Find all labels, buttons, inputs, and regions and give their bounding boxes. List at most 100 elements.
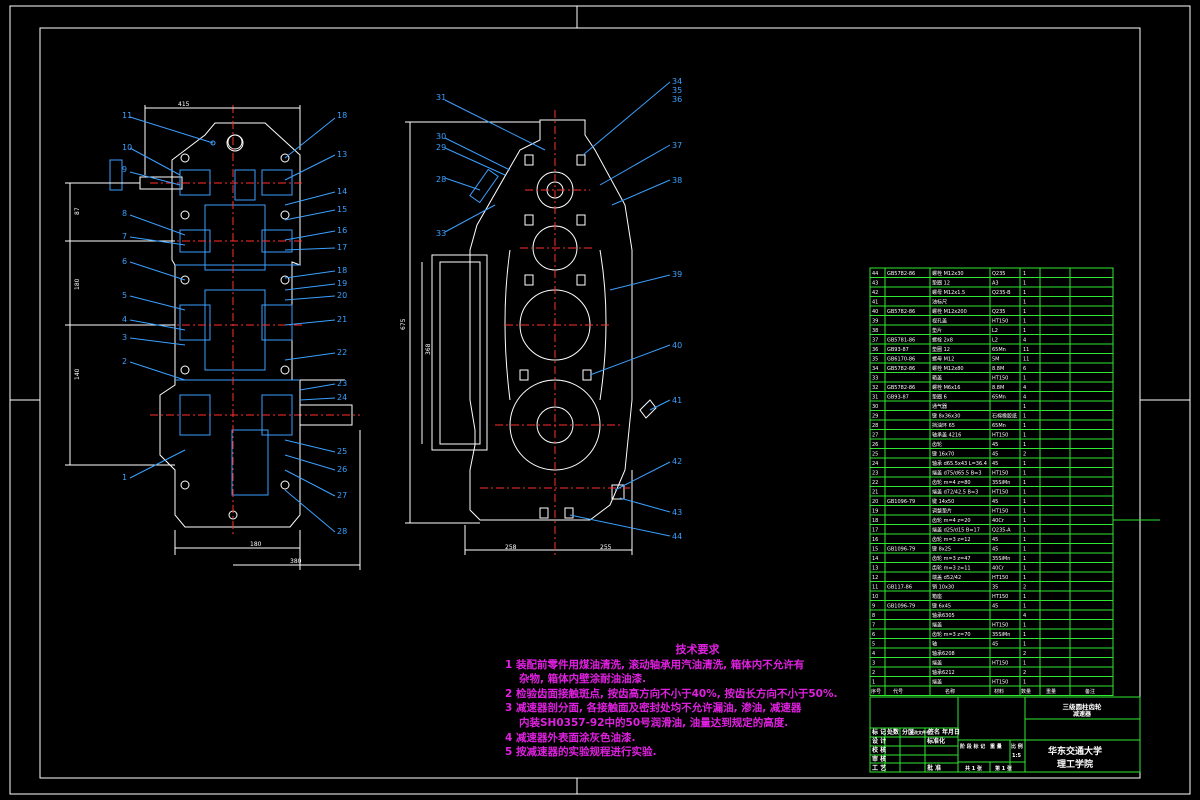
- dimension-lines: [65, 105, 361, 570]
- label-2: 2: [122, 357, 127, 366]
- table-cell: GB5782-86: [887, 271, 915, 277]
- table-cell: HT150: [992, 623, 1008, 629]
- label-16: 16: [337, 226, 347, 235]
- svg-text:380: 380: [290, 558, 302, 565]
- table-cell: 30: [872, 404, 878, 410]
- table-cell: 4: [872, 651, 875, 657]
- table-cell: 31: [872, 395, 878, 401]
- part-name: 挡油环 65: [932, 422, 955, 429]
- table-cell: 1: [1023, 480, 1026, 486]
- label-42: 42: [672, 457, 682, 466]
- table-cell: 43: [872, 281, 878, 287]
- technical-requirements: 技术要求 1 装配前零件用煤油清洗, 滚动轴承用汽油清洗, 箱体内不允许有 杂物…: [505, 643, 850, 760]
- part-name: 齿轮 m=3 z=11: [932, 565, 971, 572]
- casing-outline: [469, 119, 633, 521]
- table-cell: 1: [1023, 661, 1026, 667]
- table-cell: 2: [1023, 585, 1026, 591]
- table-header-cell: 序号: [871, 688, 881, 695]
- label-36: 36: [672, 95, 682, 104]
- table-cell: GB5782-86: [887, 366, 915, 372]
- table-cell: 11: [1023, 347, 1029, 353]
- table-cell: 22: [872, 480, 878, 486]
- tech-line-1b: 杂物, 箱体内壁涂耐油油漆.: [519, 673, 647, 686]
- table-cell: 1: [1023, 376, 1026, 382]
- table-cell: GB6170-86: [887, 357, 915, 363]
- table-cell: 24: [872, 461, 878, 467]
- part-name: 螺母 M12: [932, 356, 954, 363]
- label-1: 1: [122, 473, 127, 482]
- table-cell: 11: [1023, 357, 1029, 363]
- svg-text:处数: 处数: [886, 728, 900, 736]
- svg-text:工 艺: 工 艺: [872, 764, 886, 772]
- gear-train: [175, 169, 300, 496]
- part-name: 端盖: [932, 679, 942, 686]
- tech-line-3b: 内装SH0357-92中的50号润滑油, 油量达到规定的高度.: [519, 716, 789, 729]
- table-header-cell: 数量: [1021, 688, 1031, 695]
- table-cell: 1: [1023, 604, 1026, 610]
- table-cell: 45: [992, 442, 998, 448]
- table-cell: 1: [1023, 518, 1026, 524]
- svg-text:87: 87: [74, 207, 81, 215]
- svg-text:258: 258: [505, 544, 517, 551]
- label-r18a: 18: [337, 111, 347, 120]
- part-name: 键 8x36x30: [932, 413, 960, 420]
- table-cell: HT150: [992, 471, 1008, 477]
- part-name: 螺栓 M12x200: [932, 308, 967, 315]
- svg-text:第 1 张: 第 1 张: [995, 765, 1013, 772]
- part-name: 螺栓 2x8: [932, 337, 953, 344]
- label-14: 14: [337, 187, 347, 196]
- part-name: 键 16x70: [932, 451, 954, 458]
- table-cell: 1: [1023, 575, 1026, 581]
- college-name: 理工学院: [1057, 758, 1093, 770]
- part-name: 齿轮 m=4 z=80: [932, 479, 971, 486]
- table-cell: 13: [872, 566, 878, 572]
- table-cell: 2: [1023, 651, 1026, 657]
- table-cell: 45: [992, 461, 998, 467]
- table-cell: 1: [1023, 328, 1026, 334]
- part-name: 齿轮: [932, 441, 942, 448]
- table-cell: 27: [872, 433, 878, 439]
- tech-line-3: 3 减速器剖分面, 各接触面及密封处均不允许漏油, 渗油, 减速器: [505, 702, 802, 715]
- table-cell: L2: [992, 328, 998, 334]
- tech-line-5: 5 按减速器的实验规程进行实验.: [505, 746, 657, 759]
- label-11: 11: [122, 111, 132, 120]
- svg-text:368: 368: [425, 343, 432, 355]
- table-cell: 35SiMn: [992, 480, 1010, 486]
- table-cell: 2: [1023, 452, 1026, 458]
- label-19: 19: [337, 279, 347, 288]
- table-cell: 19: [872, 509, 878, 515]
- table-cell: 45: [992, 499, 998, 505]
- table-cell: 21: [872, 490, 878, 496]
- table-cell: 37: [872, 338, 878, 344]
- table-cell: 4: [1023, 395, 1026, 401]
- part-name: 螺栓 M12x80: [932, 365, 964, 372]
- table-cell: GB93-87: [887, 347, 909, 353]
- label-22: 22: [337, 348, 347, 357]
- table-cell: 44: [872, 271, 878, 277]
- svg-text:255: 255: [600, 544, 612, 551]
- svg-text:675: 675: [400, 318, 407, 330]
- table-cell: 20: [872, 499, 878, 505]
- table-cell: 35: [992, 585, 998, 591]
- part-name: 销 10x30: [932, 584, 954, 591]
- label-39: 39: [672, 270, 682, 279]
- table-cell: 1: [1023, 271, 1026, 277]
- table-cell: 1: [1023, 309, 1026, 315]
- table-cell: 1: [1023, 414, 1026, 420]
- side-view-labels: 31 30 29 28 33 34 35 36 37 38 39 40 41 4…: [436, 77, 682, 541]
- table-cell: 5M: [992, 357, 1000, 363]
- table-cell: 8: [872, 613, 875, 619]
- table-cell: 1: [1023, 300, 1026, 306]
- svg-text:签名: 签名: [927, 728, 940, 736]
- table-cell: 4: [1023, 385, 1026, 391]
- part-name: 垫圈 12: [932, 280, 950, 287]
- label-9: 9: [122, 165, 127, 174]
- table-cell: 11: [872, 585, 878, 591]
- table-cell: 40: [872, 309, 878, 315]
- part-name: 端盖 d75/d65.5 B=3: [932, 470, 982, 477]
- part-name: 垫圈 6: [932, 394, 947, 401]
- table-cell: 25: [872, 452, 878, 458]
- table-cell: 36: [872, 347, 878, 353]
- table-cell: 14: [872, 556, 878, 562]
- table-cell: 40Cr: [992, 566, 1005, 572]
